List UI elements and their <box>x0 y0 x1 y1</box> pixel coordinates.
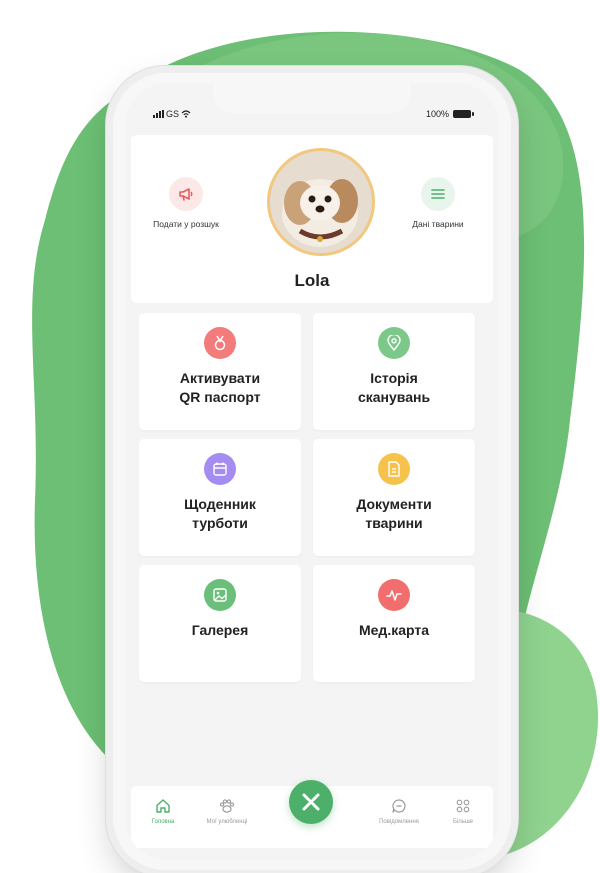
pet-profile-card: Подати у розшук Дані тварини Lola <box>131 135 493 303</box>
bottom-tab-bar: Головна Мої улюбленці Повідомлення Більш… <box>131 780 493 848</box>
status-bar-left: GS <box>153 109 191 119</box>
carrier-label: GS <box>166 109 180 119</box>
tile-label: Документи тварини <box>356 496 432 531</box>
tile-scan-history[interactable]: Історія сканувань <box>313 313 475 430</box>
tile-label: Активувати QR паспорт <box>179 370 261 405</box>
status-bar-right: 100% <box>425 109 474 119</box>
pet-data-button[interactable]: Дані тварини <box>386 177 490 229</box>
status-bar: GS 100% <box>125 109 499 125</box>
tab-label: Мої улюбленці <box>206 819 248 825</box>
tile-care-diary[interactable]: Щоденник турботи <box>139 439 301 556</box>
tab-more[interactable]: Більше <box>433 795 493 825</box>
pet-data-label: Дані тварини <box>412 219 464 229</box>
signal-icon <box>153 110 164 118</box>
pulse-icon <box>378 579 410 611</box>
wifi-icon <box>181 110 191 118</box>
chat-icon <box>369 795 429 817</box>
battery-label: 100% <box>425 109 449 119</box>
tab-label: Більше <box>452 819 474 825</box>
tab-messages[interactable]: Повідомлення <box>369 795 429 825</box>
tab-label: Головна <box>151 819 175 825</box>
pet-avatar[interactable] <box>267 148 375 256</box>
image-icon <box>204 579 236 611</box>
location-pin-icon <box>378 327 410 359</box>
tile-label: Щоденник турботи <box>184 496 256 531</box>
pet-name: Lola <box>294 271 330 290</box>
battery-icon <box>453 110 474 118</box>
dog-photo <box>270 151 372 253</box>
tile-label: Історія сканувань <box>357 370 431 405</box>
tab-home[interactable]: Головна <box>133 795 193 825</box>
tab-label: Повідомлення <box>379 819 419 825</box>
report-missing-label: Подати у розшук <box>153 219 219 229</box>
paw-icon <box>197 795 257 817</box>
tile-medical-card[interactable]: Мед.карта <box>313 565 475 682</box>
tile-label: Галерея <box>191 622 249 638</box>
grid-icon <box>433 795 493 817</box>
report-missing-button[interactable]: Подати у розшук <box>134 177 238 229</box>
tile-gallery[interactable]: Галерея <box>139 565 301 682</box>
qr-scan-icon <box>302 793 320 811</box>
tile-activate-qr-passport[interactable]: Активувати QR паспорт <box>139 313 301 430</box>
calendar-icon <box>204 453 236 485</box>
phone-screen: GS 100% Подати у розшук Дані тварини Lol… <box>125 83 499 860</box>
document-icon <box>378 453 410 485</box>
tile-label: Мед.карта <box>358 622 430 638</box>
phone-frame: GS 100% Подати у розшук Дані тварини Lol… <box>113 73 511 870</box>
list-icon <box>421 177 455 211</box>
qr-scan-button[interactable] <box>289 780 333 824</box>
tab-my-pets[interactable]: Мої улюбленці <box>197 795 257 825</box>
home-icon <box>133 795 193 817</box>
megaphone-icon <box>169 177 203 211</box>
tile-pet-documents[interactable]: Документи тварини <box>313 439 475 556</box>
medal-icon <box>204 327 236 359</box>
